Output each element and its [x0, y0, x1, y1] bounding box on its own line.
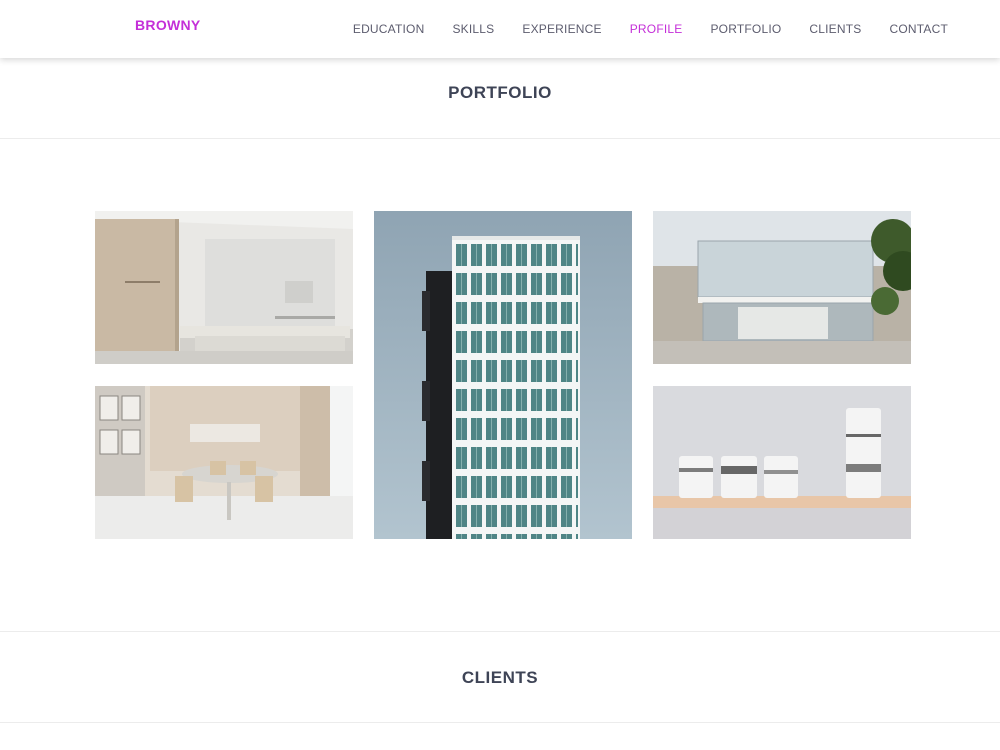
- nav-link-clients[interactable]: CLIENTS: [809, 22, 861, 36]
- nav-menu: EDUCATION SKILLS EXPERIENCE PROFILE PORT…: [353, 20, 948, 38]
- nav-link-contact[interactable]: CONTACT: [889, 22, 948, 36]
- portfolio-heading: PORTFOLIO: [448, 83, 552, 102]
- nav-link-experience[interactable]: EXPERIENCE: [522, 22, 601, 36]
- section-divider: [0, 631, 1000, 632]
- living-room-photo[interactable]: [95, 211, 353, 364]
- nav-link-portfolio[interactable]: PORTFOLIO: [710, 22, 781, 36]
- clients-heading: CLIENTS: [461, 668, 539, 687]
- brand-logo[interactable]: BROWNY: [135, 17, 201, 33]
- dining-room-photo[interactable]: [95, 386, 353, 539]
- ceramic-vessels-photo[interactable]: [653, 386, 911, 539]
- glass-pavilion-photo[interactable]: [653, 211, 911, 364]
- glass-tower-photo[interactable]: [374, 211, 632, 539]
- section-divider: [0, 722, 1000, 723]
- section-divider: [0, 138, 1000, 139]
- navbar: BROWNY EDUCATION SKILLS EXPERIENCE PROFI…: [0, 0, 1000, 58]
- nav-link-education[interactable]: EDUCATION: [353, 22, 425, 36]
- nav-link-skills[interactable]: SKILLS: [452, 22, 494, 36]
- nav-link-profile[interactable]: PROFILE: [630, 22, 683, 36]
